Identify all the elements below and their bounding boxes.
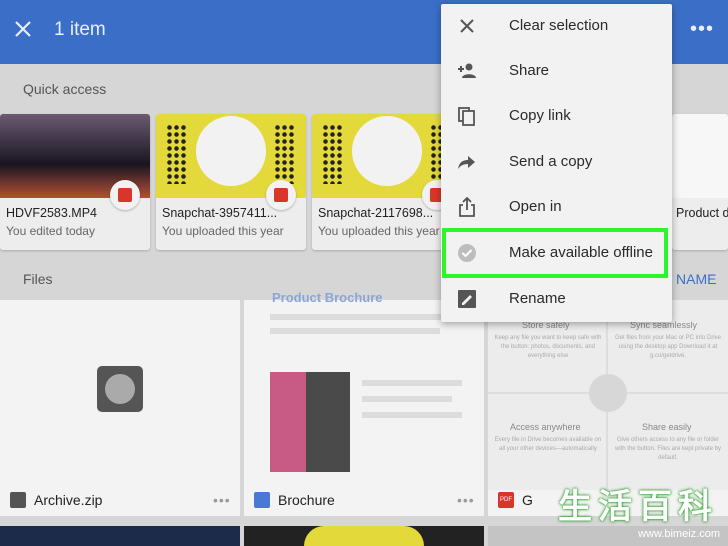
send-arrow-icon xyxy=(458,156,475,169)
zip-icon xyxy=(10,492,26,508)
document-thumbnail xyxy=(672,114,728,198)
brochure-preview-title: Product Brochure xyxy=(272,290,383,305)
selection-count: 1 item xyxy=(54,19,106,40)
quick-access-sub: You uploaded this year xyxy=(318,224,440,238)
file-name: Archive.zip xyxy=(34,492,103,508)
menu-item-clear-selection[interactable]: Clear selection xyxy=(441,6,672,46)
sort-by-name[interactable]: NAME xyxy=(676,271,716,287)
menu-item-send-a-copy[interactable]: Send a copy xyxy=(441,142,672,182)
rename-icon xyxy=(458,290,476,308)
file-name: Brochure xyxy=(278,492,335,508)
quick-access-card[interactable]: Snapchat-2117698... You uploaded this ye… xyxy=(312,114,462,250)
file-more-icon[interactable]: ••• xyxy=(213,492,231,508)
quick-access-name: Product documen xyxy=(676,206,728,220)
preview-cell-title: Share easily xyxy=(642,422,692,432)
file-name: G xyxy=(522,492,533,508)
quick-access-sub: You edited today xyxy=(6,224,95,238)
zip-preview xyxy=(97,366,143,412)
quick-access-name: HDVF2583.MP4 xyxy=(6,206,98,220)
more-options-icon[interactable]: ••• xyxy=(690,18,714,41)
quick-access-name: Snapchat-3957411... xyxy=(162,206,278,220)
preview-cell-body: Give others access to any file or folder… xyxy=(614,437,722,461)
pdf-icon: PDF xyxy=(498,492,514,508)
watermark-logo: 生活百科 xyxy=(558,488,718,526)
quick-access-card[interactable]: Snapchat-3957411... You uploaded this ye… xyxy=(156,114,306,250)
quick-access-name: Snapchat-2117698... xyxy=(318,206,434,220)
docs-icon xyxy=(254,492,270,508)
file-thumbnail xyxy=(0,526,240,546)
copy-link-icon xyxy=(458,107,475,126)
preview-cell-body: Get files from your Mac or PC into Drive… xyxy=(614,335,722,359)
menu-item-label: Clear selection xyxy=(509,17,609,34)
files-label: Files xyxy=(23,271,53,287)
preview-cell-body: Every file in Drive becomes available on… xyxy=(494,437,602,452)
open-in-icon xyxy=(459,197,475,217)
preview-cell-body: Keep any file you want to keep safe with… xyxy=(494,335,602,359)
menu-item-label: Copy link xyxy=(509,107,571,124)
menu-item-open-in[interactable]: Open in xyxy=(441,187,672,227)
quick-access-card[interactable]: Product documen xyxy=(672,114,728,250)
quick-access-sub: You uploaded this year xyxy=(162,224,284,238)
menu-item-label: Rename xyxy=(509,290,566,307)
menu-item-rename[interactable]: Rename xyxy=(441,279,672,319)
quick-access-card[interactable]: HDVF2583.MP4 You edited today xyxy=(0,114,150,250)
highlight-box xyxy=(442,228,668,278)
menu-item-label: Open in xyxy=(509,198,562,215)
menu-item-copy-link[interactable]: Copy link xyxy=(441,96,672,136)
file-card[interactable]: Product Brochure Brochure ••• xyxy=(244,290,484,516)
add-person-icon xyxy=(458,63,476,78)
file-thumbnail xyxy=(244,526,484,546)
menu-item-label: Share xyxy=(509,62,550,79)
file-more-icon[interactable]: ••• xyxy=(457,492,475,508)
menu-item-share[interactable]: Share xyxy=(441,51,672,91)
menu-item-label: Send a copy xyxy=(509,153,593,170)
video-icon xyxy=(110,180,140,210)
pdf-preview: Store safely Keep any file you want to k… xyxy=(488,300,728,490)
file-card[interactable]: Archive.zip ••• xyxy=(0,300,240,516)
quick-access-label: Quick access xyxy=(23,81,107,97)
close-icon[interactable] xyxy=(14,20,32,38)
close-icon xyxy=(460,19,474,33)
watermark-url: www.bimeiz.com xyxy=(638,528,720,540)
preview-cell-title: Access anywhere xyxy=(510,422,581,432)
